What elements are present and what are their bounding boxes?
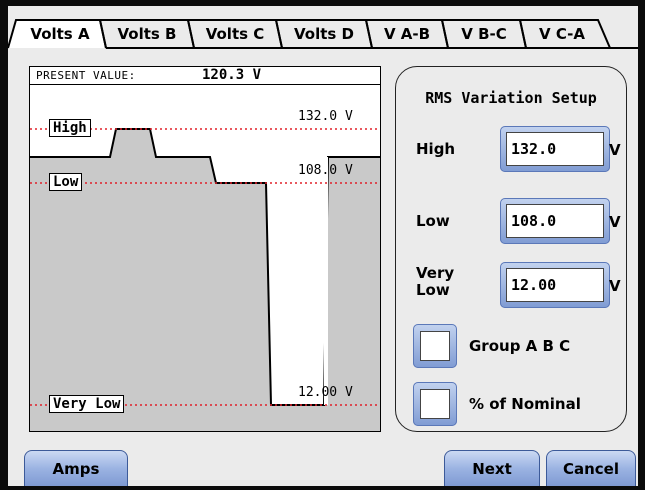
high-field-label: High	[416, 140, 456, 158]
graph-value-high: 132.0 V	[298, 109, 353, 124]
low-field-frame	[500, 198, 610, 244]
tab-volts-b[interactable]: Volts B	[105, 20, 189, 48]
very-low-unit-label: V	[609, 277, 621, 295]
very-low-field-label: Very Low	[416, 264, 455, 299]
channel-tab-strip: Volts A Volts B Volts C Volts D V A-B V …	[8, 6, 638, 51]
present-value-row: PRESENT VALUE: 120.3 V	[30, 67, 380, 85]
very-low-field-frame	[500, 262, 610, 308]
percent-of-nominal-checkbox-box	[420, 389, 450, 419]
tab-v-b-c[interactable]: V B-C	[447, 20, 521, 48]
low-unit-label: V	[609, 213, 621, 231]
group-abc-checkbox-box	[420, 331, 450, 361]
group-abc-label: Group A B C	[469, 337, 571, 355]
tab-v-a-b[interactable]: V A-B	[370, 20, 444, 48]
high-field-frame	[500, 126, 610, 172]
low-threshold-input[interactable]	[506, 204, 604, 238]
rms-variation-graph: PRESENT VALUE: 120.3 V High Low Very Low…	[29, 66, 381, 432]
present-value-label: PRESENT VALUE:	[36, 69, 136, 82]
percent-of-nominal-checkbox[interactable]	[413, 382, 457, 426]
tab-volts-d[interactable]: Volts D	[281, 20, 367, 48]
very-low-threshold-input[interactable]	[506, 268, 604, 302]
tab-v-c-a[interactable]: V C-A	[525, 20, 599, 48]
screen: Volts A Volts B Volts C Volts D V A-B V …	[8, 6, 638, 486]
graph-label-high: High	[49, 119, 91, 137]
percent-of-nominal-label: % of Nominal	[469, 395, 581, 413]
amps-button[interactable]: Amps	[24, 450, 128, 486]
graph-value-low: 108.0 V	[298, 163, 353, 178]
low-field-label: Low	[416, 212, 450, 230]
tab-volts-a[interactable]: Volts A	[18, 20, 102, 48]
graph-value-very-low: 12.00 V	[298, 385, 353, 400]
present-value-readout: 120.3 V	[202, 67, 262, 83]
rms-variation-setup-panel: RMS Variation Setup High V Low V Very Lo…	[395, 66, 627, 432]
cancel-button[interactable]: Cancel	[546, 450, 636, 486]
next-button[interactable]: Next	[444, 450, 540, 486]
high-threshold-input[interactable]	[506, 132, 604, 166]
high-unit-label: V	[609, 141, 621, 159]
graph-label-low: Low	[49, 173, 83, 191]
tab-volts-c[interactable]: Volts C	[193, 20, 277, 48]
graph-label-very-low: Very Low	[49, 395, 125, 413]
setup-title: RMS Variation Setup	[425, 89, 597, 107]
group-abc-checkbox[interactable]	[413, 324, 457, 368]
